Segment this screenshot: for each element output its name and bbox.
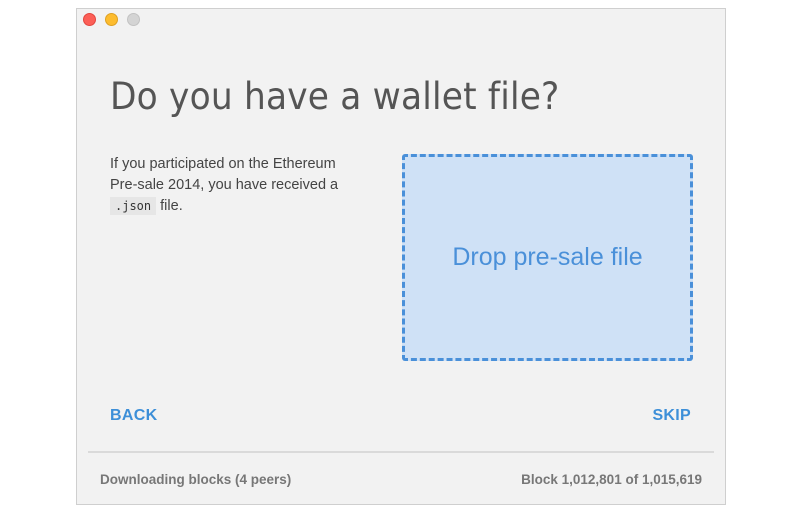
close-window-button[interactable]	[83, 13, 96, 26]
dropzone-label: Drop pre-sale file	[452, 243, 643, 271]
description-line-2: Pre-sale 2014, you have received a	[110, 177, 339, 193]
block-status: Block 1,012,801 of 1,015,619	[521, 472, 702, 487]
description-suffix: file.	[160, 198, 183, 214]
minimize-window-button[interactable]	[105, 13, 118, 26]
page-title: Do you have a wallet file?	[110, 75, 560, 118]
peer-status: Downloading blocks (4 peers)	[100, 472, 292, 487]
zoom-window-button[interactable]	[127, 13, 140, 26]
description-text: If you participated on the Ethereum Pre-…	[110, 154, 350, 217]
presale-file-dropzone[interactable]: Drop pre-sale file	[402, 154, 693, 361]
skip-button[interactable]: SKIP	[652, 407, 691, 425]
window-controls	[83, 13, 140, 26]
footer-divider	[88, 451, 714, 453]
description-line-1: If you participated on the Ethereum	[110, 156, 336, 172]
back-button[interactable]: BACK	[110, 407, 157, 425]
json-extension-code: .json	[110, 197, 157, 215]
app-window: Do you have a wallet file? If you partic…	[76, 8, 726, 505]
